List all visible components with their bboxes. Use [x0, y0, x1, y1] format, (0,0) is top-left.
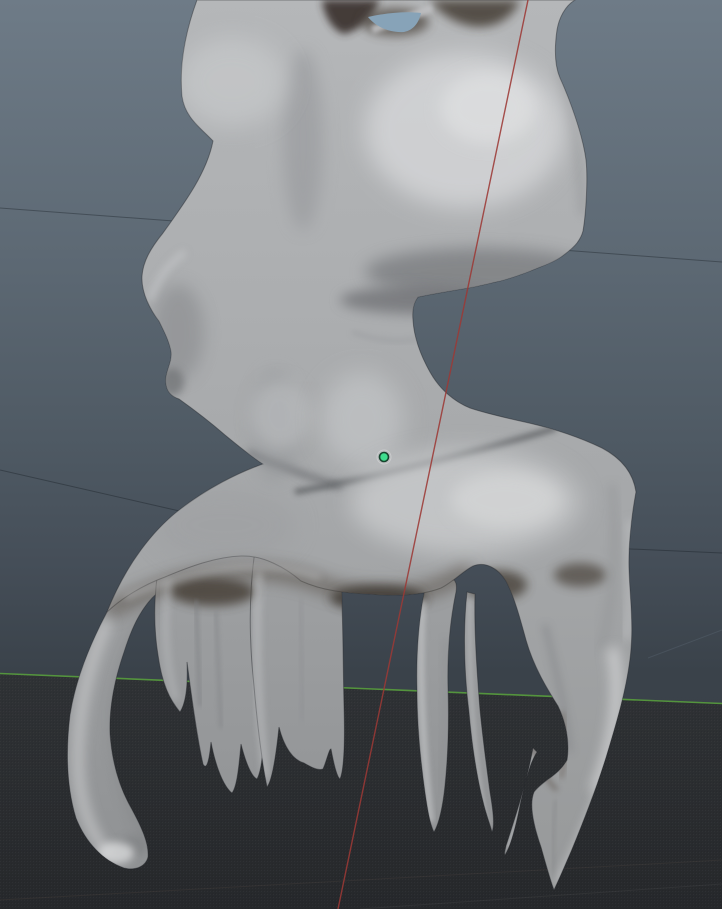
viewport-canvas[interactable] [0, 0, 722, 909]
brush-cursor-dot [380, 453, 389, 462]
brush-cursor [377, 450, 391, 464]
sculpt-viewport[interactable] [0, 0, 722, 909]
